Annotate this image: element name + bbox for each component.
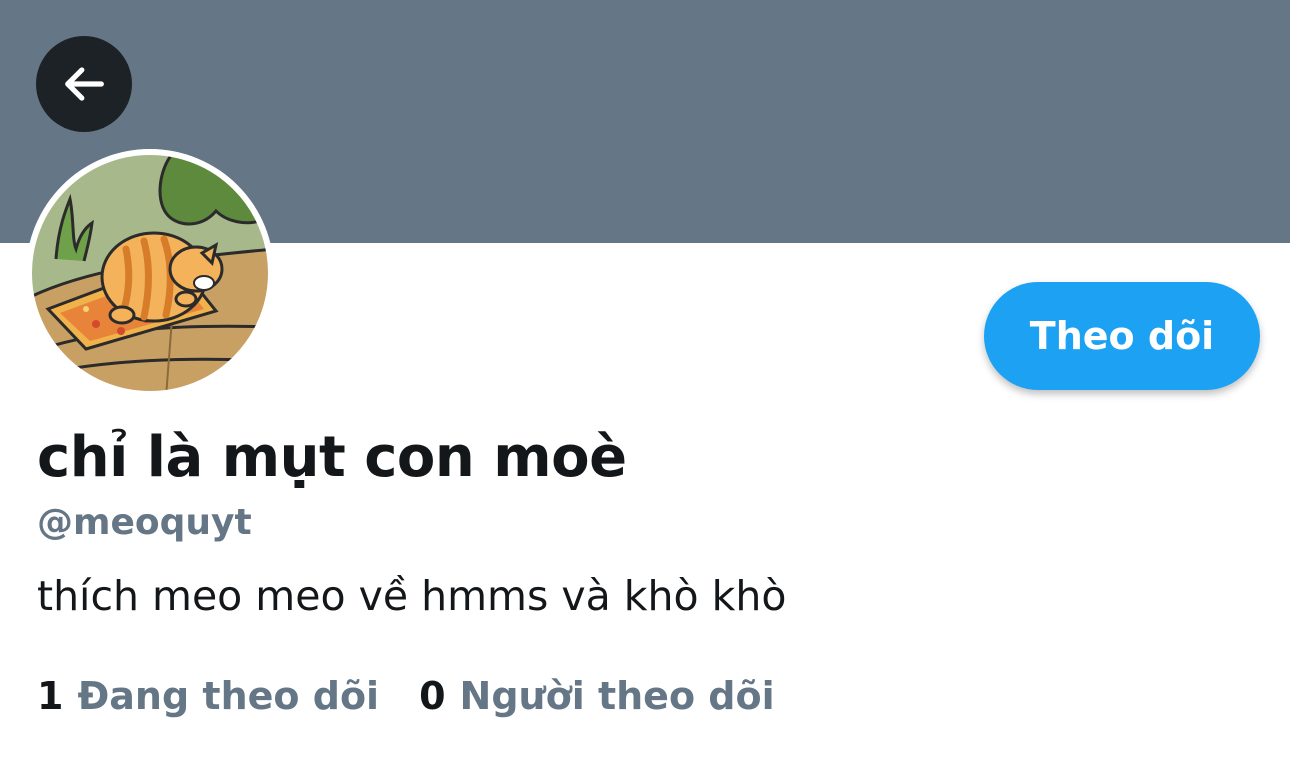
following-stat[interactable]: 1 Đang theo dõi <box>37 674 379 718</box>
display-name: chỉ là mụt con moè <box>37 425 627 490</box>
follow-button[interactable]: Theo dõi <box>984 282 1260 390</box>
arrow-left-icon <box>65 67 104 101</box>
following-count: 1 <box>37 674 64 718</box>
user-bio: thích meo meo về hmms và khò khò <box>37 572 787 620</box>
avatar[interactable] <box>26 149 274 397</box>
user-handle: @meoquyt <box>37 502 252 543</box>
following-label: Đang theo dõi <box>77 674 380 718</box>
sleeping-cat-avatar <box>26 149 274 397</box>
profile-stats: 1 Đang theo dõi 0 Người theo dõi <box>37 674 775 718</box>
followers-count: 0 <box>419 674 446 718</box>
back-button[interactable] <box>36 36 132 132</box>
followers-label: Người theo dõi <box>459 674 775 718</box>
followers-stat[interactable]: 0 Người theo dõi <box>419 674 775 718</box>
